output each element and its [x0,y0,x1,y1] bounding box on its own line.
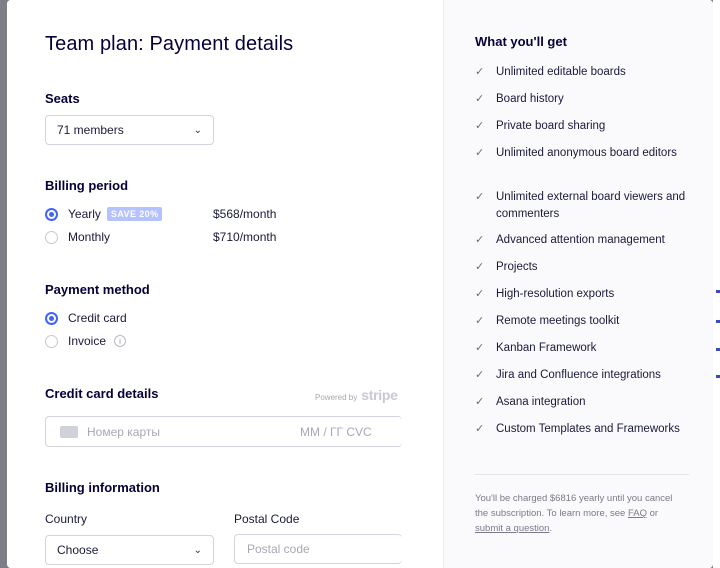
credit-card-icon [60,425,78,438]
check-icon: ✓ [475,423,485,435]
chevron-down-icon: ⌄ [193,544,202,556]
billing-option-yearly[interactable]: Yearly SAVE 20% [45,207,163,221]
check-icon: ✓ [475,369,485,381]
check-icon: ✓ [475,66,485,78]
check-icon: ✓ [475,261,485,273]
benefit-item: ✓ Jira and Confluence integrations [475,367,690,384]
payment-option-label: Credit card [68,311,127,325]
benefit-item: ✓ Unlimited anonymous board editors [475,145,690,162]
billing-option-label: Yearly [68,207,101,221]
benefit-item: ✓ Unlimited editable boards [475,64,690,81]
seats-value: 71 members [57,123,124,137]
billing-period-label: Billing period [45,178,129,193]
check-icon: ✓ [475,288,485,300]
billing-option-label: Monthly [68,230,111,244]
benefit-item: ✓ Advanced attention management [475,232,690,249]
radio-unselected[interactable] [45,230,58,244]
save-badge: SAVE 20% [106,207,163,221]
check-icon: ✓ [475,93,485,105]
radio-selected[interactable] [45,311,58,325]
card-details-label: Credit card details [45,386,159,401]
postal-code-label: Postal Code [234,512,300,526]
faq-link[interactable]: FAQ [628,508,647,519]
check-icon: ✓ [475,342,485,354]
powered-by-text: Powered by [315,393,358,402]
check-icon: ✓ [475,120,485,132]
country-label: Country [45,512,88,526]
payment-option-credit-card[interactable]: Credit card [45,311,127,325]
benefit-item: ✓ Kanban Framework [475,340,690,357]
payment-modal: Team plan: Payment details Seats 71 memb… [7,0,713,568]
expiry-cvc-placeholder: ММ / ГГ CVC [300,424,372,439]
benefit-item: ✓ Projects [475,259,690,276]
powered-by-stripe: Powered by stripe [315,387,398,403]
check-icon: ✓ [475,396,485,408]
benefit-item: ✓ Board history [475,91,690,108]
stripe-logo: stripe [361,387,398,403]
card-number-placeholder: Номер карты [87,424,160,439]
payment-form-panel: Team plan: Payment details Seats 71 memb… [7,0,443,568]
radio-selected[interactable] [45,207,58,221]
radio-unselected[interactable] [45,334,58,348]
postal-code-input[interactable]: Postal code [234,534,402,564]
billing-note: You'll be charged $6816 yearly until you… [475,493,673,534]
country-value: Choose [57,543,99,557]
chevron-down-icon: ⌄ [193,124,202,136]
billing-option-monthly[interactable]: Monthly [45,230,110,244]
page-title: Team plan: Payment details [45,33,294,55]
check-icon: ✓ [475,147,485,159]
yearly-price: $568/month [213,207,277,221]
benefit-item: ✓ Asana integration [475,394,690,411]
background-page-edge [713,0,720,568]
card-number-field[interactable]: Номер карты ММ / ГГ CVC [45,416,402,447]
benefit-item: ✓ Remote meetings toolkit [475,313,690,330]
payment-option-invoice[interactable]: Invoice i [45,334,127,348]
seats-label: Seats [45,91,80,106]
check-icon: ✓ [475,234,485,246]
benefit-item: ✓ Unlimited external board viewers and co… [475,189,690,223]
info-icon[interactable]: i [114,335,127,347]
divider [475,474,689,475]
country-select[interactable]: Choose ⌄ [45,535,214,565]
benefits-title: What you'll get [475,34,567,49]
seats-select[interactable]: 71 members ⌄ [45,115,214,145]
submit-question-link[interactable]: submit a question [475,523,549,534]
check-icon: ✓ [475,315,485,327]
benefit-item: ✓ High-resolution exports [475,286,690,303]
postal-code-placeholder: Postal code [247,542,310,556]
billing-info-label: Billing information [45,480,160,495]
benefit-item: ✓ Private board sharing [475,118,690,135]
benefit-item: ✓ Custom Templates and Frameworks [475,421,690,438]
monthly-price: $710/month [213,230,277,244]
benefits-panel: What you'll get ✓ Unlimited editable boar… [443,0,713,568]
payment-method-label: Payment method [45,282,150,297]
check-icon: ✓ [475,191,485,203]
payment-option-label: Invoice [68,334,107,348]
